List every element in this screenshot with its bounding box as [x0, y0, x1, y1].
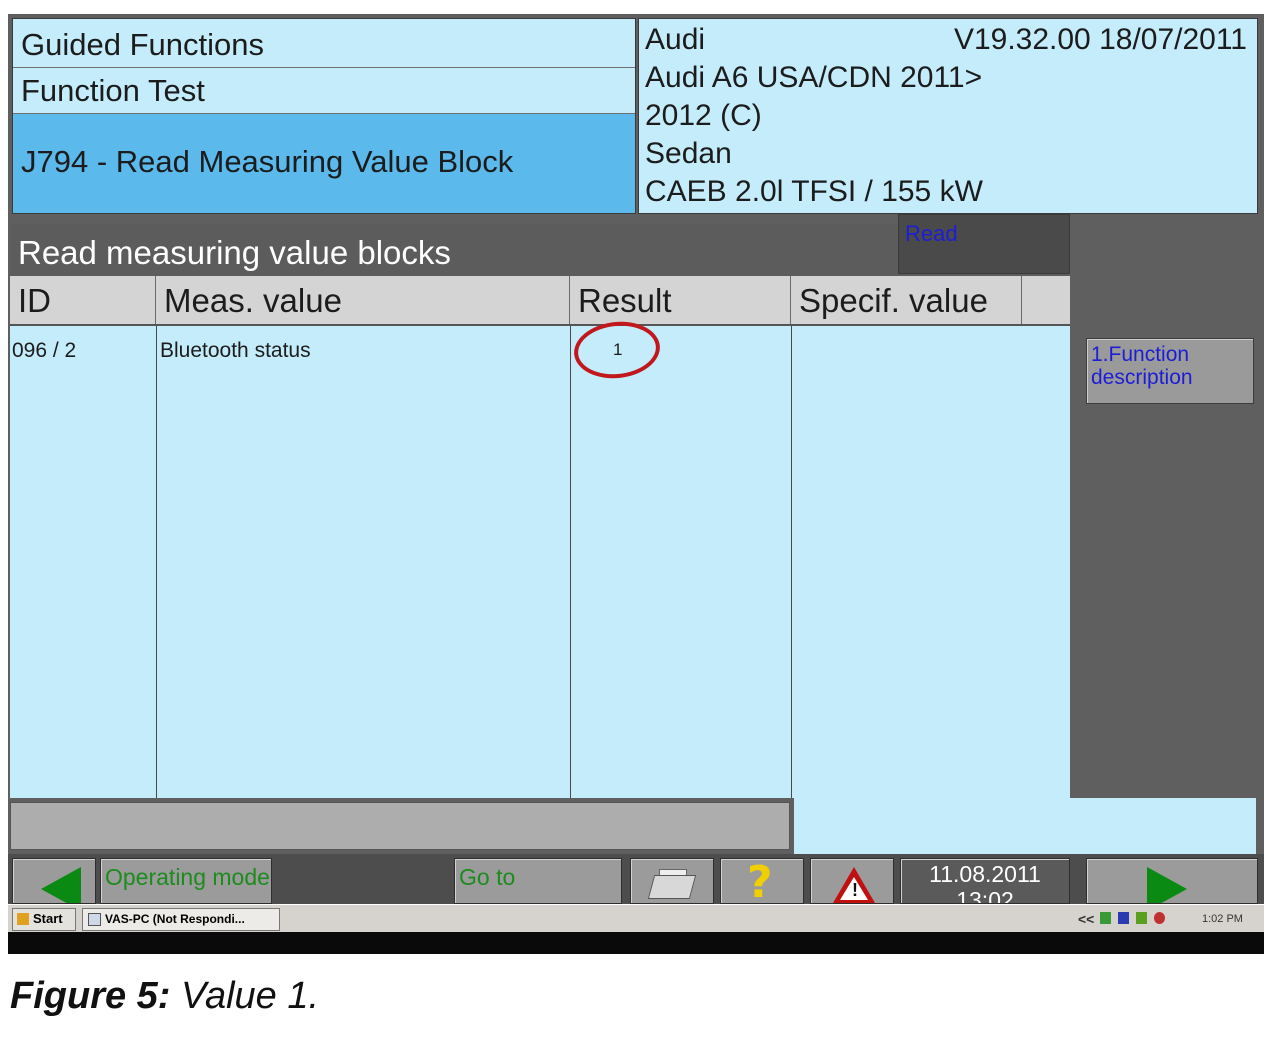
vehicle-body: Sedan [645, 137, 732, 170]
usb-icon[interactable] [1136, 912, 1147, 924]
start-label: Start [33, 911, 63, 926]
bottom-toolbar: Operating mode Go to ? ! 11.08.2011 13:0… [8, 854, 1264, 904]
function-description-button[interactable]: 1.Function description [1086, 338, 1254, 404]
navigation-path: Guided Functions Function Test J794 - Re… [12, 18, 636, 214]
security-icon[interactable] [1154, 912, 1165, 924]
column-divider [156, 326, 157, 798]
exclamation-icon: ! [852, 880, 858, 900]
column-header-specif-value: Specif. value [791, 276, 1022, 324]
operating-mode-label: Operating mode [105, 864, 270, 890]
cell-meas-value: Bluetooth status [160, 339, 311, 362]
windows-taskbar: Start VAS-PC (Not Respondi... << 1:02 PM [8, 904, 1264, 933]
status-info-box [794, 798, 1256, 854]
forward-button[interactable] [1086, 858, 1258, 904]
vas-screen: Guided Functions Function Test J794 - Re… [8, 14, 1264, 954]
windows-logo-icon [17, 913, 29, 925]
tray-expand-chevron-icon[interactable]: << [1078, 911, 1094, 927]
read-label: Read [905, 221, 958, 246]
shield-icon[interactable] [1118, 912, 1129, 924]
software-version: V19.32.00 18/07/2011 [953, 23, 1247, 56]
app-window-icon [88, 913, 101, 926]
read-indicator: Read [898, 214, 1070, 274]
figure-caption-text: Value 1. [170, 975, 320, 1017]
start-button[interactable]: Start [12, 908, 76, 931]
vehicle-make: Audi [645, 23, 706, 56]
nav-label: Function Test [21, 73, 205, 108]
status-bar [10, 802, 790, 850]
column-header-meas-value: Meas. value [156, 276, 570, 324]
network-icon[interactable] [1100, 912, 1111, 924]
vehicle-model: Audi A6 USA/CDN 2011> [645, 61, 983, 94]
column-header-id: ID [10, 276, 156, 324]
back-arrow-icon [41, 867, 81, 903]
go-to-button[interactable]: Go to [454, 858, 622, 904]
back-button[interactable] [12, 858, 96, 904]
print-button[interactable] [630, 858, 714, 904]
date-label: 11.08.2011 [929, 861, 1041, 887]
cell-id: 096 / 2 [12, 339, 77, 362]
system-tray: << 1:02 PM [1078, 909, 1258, 929]
question-mark-icon: ? [747, 858, 773, 904]
column-header-result: Result [570, 276, 791, 324]
function-description-label: 1.Function description [1091, 343, 1193, 389]
nav-label: J794 - Read Measuring Value Block [21, 144, 514, 179]
vehicle-engine: CAEB 2.0l TFSI / 155 kW [645, 175, 983, 208]
taskbar-item-vas-pc[interactable]: VAS-PC (Not Respondi... [82, 908, 280, 931]
figure-caption-label: Figure 5: [10, 975, 171, 1017]
measurement-table: 096 / 2 Bluetooth status 1 [10, 326, 1070, 798]
go-to-label: Go to [459, 864, 516, 890]
figure-caption: Figure 5: Value 1. [10, 975, 319, 1018]
table-header: ID Meas. value Result Specif. value [10, 276, 1070, 326]
nav-label: Guided Functions [21, 27, 264, 62]
vehicle-info: Audi V19.32.00 18/07/2011 Audi A6 USA/CD… [638, 18, 1258, 214]
help-button[interactable]: ? [720, 858, 804, 904]
nav-current-function[interactable]: J794 - Read Measuring Value Block [13, 114, 635, 213]
warning-button[interactable]: ! [810, 858, 894, 904]
screen-bottom-border [8, 932, 1264, 954]
panel-title: Read measuring value blocks [18, 234, 451, 271]
nav-function-test[interactable]: Function Test [13, 67, 635, 114]
date-time-display: 11.08.2011 13:02 [900, 858, 1070, 904]
column-divider [791, 326, 792, 798]
vehicle-year: 2012 (C) [645, 99, 762, 132]
operating-mode-button[interactable]: Operating mode [100, 858, 272, 904]
taskbar-item-label: VAS-PC (Not Respondi... [105, 912, 245, 926]
printer-icon [647, 875, 697, 899]
time-label: 13:02 [956, 887, 1014, 904]
column-divider [570, 326, 571, 798]
forward-arrow-icon [1147, 867, 1187, 903]
system-clock: 1:02 PM [1202, 913, 1243, 925]
nav-guided-functions[interactable]: Guided Functions [13, 19, 635, 68]
